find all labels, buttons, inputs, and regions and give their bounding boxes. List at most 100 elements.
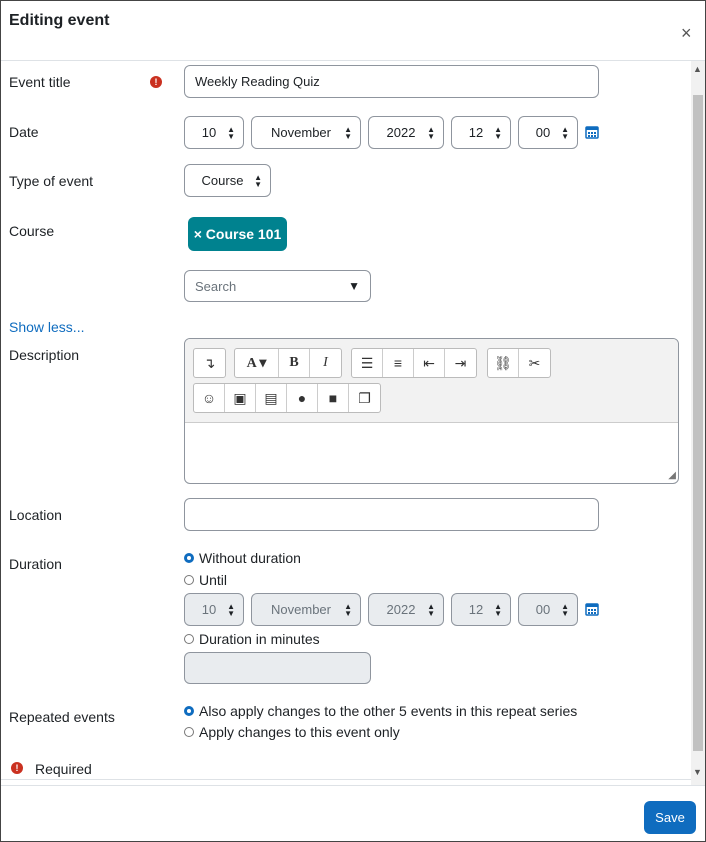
date-month-select[interactable]: November ▲ ▼ bbox=[251, 116, 361, 149]
location-input[interactable] bbox=[184, 498, 599, 531]
until-year-value: 2022 bbox=[386, 602, 416, 617]
modal-title: Editing event bbox=[9, 12, 110, 29]
toolbar-group-lists: ☰ ≡ ⇤ ⇥ bbox=[351, 348, 477, 378]
radio-checked-icon[interactable] bbox=[184, 553, 194, 563]
required-icon: ! bbox=[11, 762, 23, 774]
select-caret-icon: ▲ ▼ bbox=[494, 124, 502, 141]
select-caret-icon: ▲ ▼ bbox=[427, 601, 435, 618]
date-day-select[interactable]: 10 ▲ ▼ bbox=[184, 116, 244, 149]
until-day-select[interactable]: 10 ▲ ▼ bbox=[184, 593, 244, 626]
radio-without-duration[interactable]: Without duration bbox=[184, 550, 301, 566]
toolbar-group-collapse: ↴ bbox=[193, 348, 226, 378]
description-editor[interactable]: ↴ A ▾ B I ☰ ≡ ⇤ ⇥ ⛓ ✂ ☺ ▣ ▤ ● ■ ❐ ◢ bbox=[184, 338, 679, 484]
link-icon[interactable]: ⛓ bbox=[488, 349, 519, 377]
radio-unchecked-icon[interactable] bbox=[184, 575, 194, 585]
media-icon[interactable]: ▤ bbox=[256, 384, 287, 412]
scrollbar[interactable]: ▲ ▼ bbox=[691, 61, 705, 785]
save-button[interactable]: Save bbox=[644, 801, 696, 834]
radio-apply-all[interactable]: Also apply changes to the other 5 events… bbox=[184, 703, 577, 719]
until-day-value: 10 bbox=[201, 602, 217, 617]
date-year-value: 2022 bbox=[386, 125, 416, 140]
until-label: Until bbox=[199, 572, 228, 588]
duration-minutes-input[interactable] bbox=[184, 652, 371, 684]
select-caret-icon: ▲ ▼ bbox=[561, 601, 569, 618]
select-caret-icon: ▲ ▼ bbox=[561, 124, 569, 141]
toolbar-group-links: ⛓ ✂ bbox=[487, 348, 551, 378]
without-duration-label: Without duration bbox=[199, 550, 301, 566]
until-month-select[interactable]: November ▲ ▼ bbox=[251, 593, 361, 626]
duration-label: Duration bbox=[9, 556, 62, 572]
apply-all-label: Also apply changes to the other 5 events… bbox=[199, 703, 578, 719]
select-caret-icon: ▲ ▼ bbox=[254, 172, 262, 189]
until-minute-value: 00 bbox=[535, 602, 551, 617]
select-caret-icon: ▲ ▼ bbox=[427, 124, 435, 141]
editor-toolbar: ↴ A ▾ B I ☰ ≡ ⇤ ⇥ ⛓ ✂ ☺ ▣ ▤ ● ■ ❐ bbox=[185, 339, 678, 423]
course-search-placeholder: Search bbox=[195, 278, 237, 294]
image-icon[interactable]: ▣ bbox=[225, 384, 256, 412]
type-of-event-label: Type of event bbox=[9, 173, 94, 189]
dropdown-arrow-icon[interactable]: ▼ bbox=[348, 279, 360, 293]
manage-files-icon[interactable]: ❐ bbox=[349, 384, 380, 412]
date-hour-select[interactable]: 12 ▲ ▼ bbox=[451, 116, 511, 149]
indent-icon[interactable]: ⇥ bbox=[445, 349, 476, 377]
date-year-select[interactable]: 2022 ▲ ▼ bbox=[368, 116, 444, 149]
outdent-icon[interactable]: ⇤ bbox=[414, 349, 445, 377]
course-search-input[interactable]: Search ▼ bbox=[184, 270, 371, 302]
numbered-list-icon[interactable]: ≡ bbox=[383, 349, 414, 377]
type-of-event-value: Course bbox=[201, 173, 244, 188]
italic-icon[interactable]: I bbox=[310, 349, 341, 377]
date-minute-select[interactable]: 00 ▲ ▼ bbox=[518, 116, 578, 149]
divider bbox=[1, 779, 691, 780]
toolbar-group-media: ☺ ▣ ▤ ● ■ ❐ bbox=[193, 383, 381, 413]
event-title-value: Weekly Reading Quiz bbox=[195, 74, 320, 89]
radio-checked-icon[interactable] bbox=[184, 706, 194, 716]
select-caret-icon: ▲ ▼ bbox=[344, 601, 352, 618]
select-caret-icon: ▲ ▼ bbox=[494, 601, 502, 618]
calendar-icon[interactable] bbox=[585, 602, 599, 616]
date-label: Date bbox=[9, 124, 39, 140]
editing-event-modal: Editing event × Event title ! Weekly Rea… bbox=[0, 0, 706, 842]
date-day-value: 10 bbox=[201, 125, 217, 140]
bullet-list-icon[interactable]: ☰ bbox=[352, 349, 383, 377]
video-icon[interactable]: ■ bbox=[318, 384, 349, 412]
date-minute-value: 00 bbox=[535, 125, 551, 140]
radio-unchecked-icon[interactable] bbox=[184, 727, 194, 737]
collapse-icon[interactable]: ↴ bbox=[194, 349, 225, 377]
until-hour-value: 12 bbox=[468, 602, 484, 617]
event-title-input[interactable]: Weekly Reading Quiz bbox=[184, 65, 599, 98]
radio-until[interactable]: Until bbox=[184, 572, 227, 588]
show-less-link[interactable]: Show less... bbox=[9, 319, 84, 335]
required-icon: ! bbox=[150, 76, 162, 88]
date-hour-value: 12 bbox=[468, 125, 484, 140]
bold-icon[interactable]: B bbox=[279, 349, 310, 377]
unlink-icon[interactable]: ✂ bbox=[519, 349, 550, 377]
modal-body: Event title ! Weekly Reading Quiz Date 1… bbox=[1, 61, 705, 785]
microphone-icon[interactable]: ● bbox=[287, 384, 318, 412]
select-caret-icon: ▲ ▼ bbox=[227, 601, 235, 618]
modal-header: Editing event × bbox=[1, 1, 705, 61]
scroll-down-icon[interactable]: ▼ bbox=[693, 767, 702, 777]
radio-unchecked-icon[interactable] bbox=[184, 634, 194, 644]
emoji-icon[interactable]: ☺ bbox=[194, 384, 225, 412]
toolbar-group-format: A ▾ B I bbox=[234, 348, 342, 378]
until-year-select[interactable]: 2022 ▲ ▼ bbox=[368, 593, 444, 626]
close-icon[interactable]: × bbox=[681, 24, 692, 42]
type-of-event-select[interactable]: Course ▲ ▼ bbox=[184, 164, 271, 197]
until-minute-select[interactable]: 00 ▲ ▼ bbox=[518, 593, 578, 626]
description-label: Description bbox=[9, 347, 80, 363]
calendar-icon[interactable] bbox=[585, 125, 599, 139]
until-month-value: November bbox=[271, 602, 331, 617]
until-hour-select[interactable]: 12 ▲ ▼ bbox=[451, 593, 511, 626]
course-badge[interactable]: × Course 101 bbox=[188, 217, 287, 251]
font-style-icon[interactable]: A ▾ bbox=[235, 349, 279, 377]
required-note: Required bbox=[35, 761, 92, 777]
radio-apply-one[interactable]: Apply changes to this event only bbox=[184, 724, 400, 740]
modal-footer bbox=[1, 785, 705, 841]
scrollbar-thumb[interactable] bbox=[693, 95, 703, 751]
scroll-up-icon[interactable]: ▲ bbox=[693, 64, 702, 74]
radio-duration-minutes[interactable]: Duration in minutes bbox=[184, 631, 320, 647]
resize-handle-icon[interactable]: ◢ bbox=[668, 470, 676, 481]
select-caret-icon: ▲ ▼ bbox=[227, 124, 235, 141]
select-caret-icon: ▲ ▼ bbox=[344, 124, 352, 141]
duration-minutes-label: Duration in minutes bbox=[199, 631, 320, 647]
